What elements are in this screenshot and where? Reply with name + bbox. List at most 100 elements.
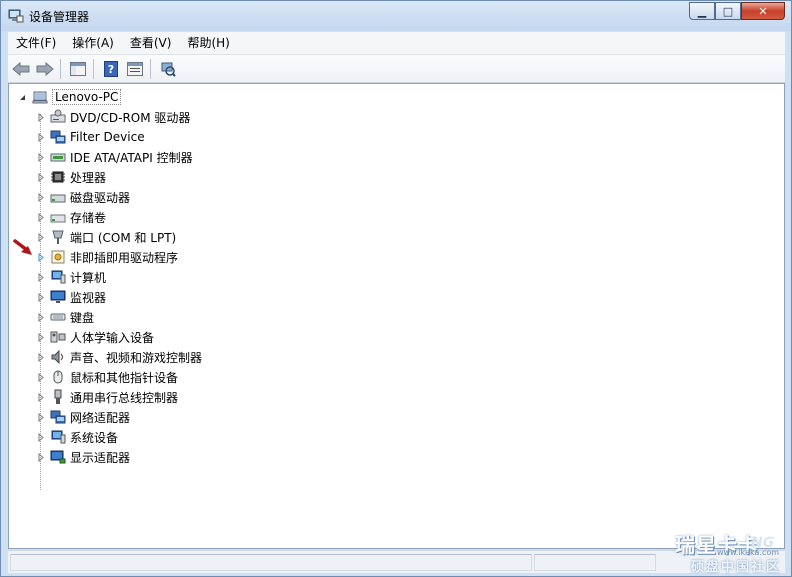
expand-triangle-icon[interactable] (36, 292, 45, 302)
root-label: Lenovo-PC (52, 89, 122, 105)
menu-file[interactable]: 文件(F) (8, 32, 64, 54)
expand-triangle-icon[interactable] (36, 232, 45, 242)
menu-view[interactable]: 查看(V) (122, 32, 180, 54)
storage-volume-icon (50, 214, 66, 223)
maximize-button[interactable]: □ (715, 2, 741, 20)
tree-item[interactable]: Filter Device (36, 127, 145, 147)
expand-triangle-icon[interactable] (36, 412, 45, 422)
ide-controller-icon (50, 153, 66, 162)
expand-triangle-icon[interactable] (36, 132, 45, 142)
tree-item[interactable]: 非即插即用驱动程序 (36, 247, 178, 267)
tree-item[interactable]: 端口 (COM 和 LPT) (36, 227, 176, 247)
tree-item-label: 网络适配器 (70, 410, 131, 425)
back-button[interactable] (10, 58, 32, 80)
help-button[interactable]: ? (100, 58, 122, 80)
title-bar[interactable]: 设备管理器 ▁ □ ✕ (1, 1, 791, 31)
device-manager-icon (8, 9, 24, 23)
tree-item[interactable]: 存储卷 (36, 207, 106, 227)
tree-item[interactable]: IDE ATA/ATAPI 控制器 (36, 147, 193, 167)
tree-item-label: 键盘 (70, 310, 95, 325)
red-arrow-icon (13, 239, 32, 255)
tree-item[interactable]: 鼠标和其他指针设备 (36, 367, 178, 387)
back-arrow-icon (12, 61, 30, 76)
expand-triangle-icon[interactable] (36, 332, 45, 342)
tree-item[interactable]: DVD/CD-ROM 驱动器 (36, 107, 190, 127)
tree-item-label: 人体学输入设备 (70, 330, 155, 345)
close-icon: ✕ (758, 4, 768, 18)
properties-button[interactable] (124, 58, 146, 80)
expand-triangle-icon[interactable] (36, 152, 45, 162)
console-tree-icon (70, 61, 86, 76)
forward-button[interactable] (34, 58, 56, 80)
tree-item-label: 磁盘驱动器 (70, 190, 131, 205)
tree-item-label: 系统设备 (70, 430, 119, 445)
sound-icon (51, 349, 63, 365)
forward-arrow-icon (36, 61, 54, 76)
tree-item-label: 通用串行总线控制器 (70, 390, 179, 405)
usb-icon (54, 389, 62, 404)
dvd-drive-icon (50, 109, 66, 123)
tree-item-label: 声音、视频和游戏控制器 (70, 350, 203, 365)
menu-help[interactable]: 帮助(H) (179, 32, 237, 54)
collapse-triangle-icon[interactable] (18, 93, 27, 102)
hid-icon (50, 331, 66, 343)
device-manager-window: 设备管理器 ▁ □ ✕ 文件(F) 操作(A) 查看(V) 帮助(H) ? Le… (0, 0, 792, 577)
processor-icon (51, 171, 65, 183)
tree-item-label: 存储卷 (70, 210, 107, 225)
expand-triangle-icon[interactable] (36, 252, 45, 262)
tree-item[interactable]: 处理器 (36, 167, 106, 187)
expand-triangle-icon[interactable] (36, 192, 45, 202)
network-adapter-icon (50, 410, 66, 424)
display-adapter-icon (50, 450, 66, 464)
toolbar-separator (93, 58, 94, 79)
system-device-icon (51, 430, 66, 444)
tree-item[interactable]: 磁盘驱动器 (36, 187, 130, 207)
watermark-logo: 瑞星卡卡 NG www.ikaka.com 硕盘中国社区 (657, 529, 785, 575)
tree-item[interactable]: 网络适配器 (36, 407, 130, 427)
status-segment (534, 554, 656, 571)
properties-icon (127, 61, 143, 76)
expand-triangle-icon[interactable] (36, 352, 45, 362)
tree-item[interactable]: 人体学输入设备 (36, 327, 154, 347)
tree-item[interactable]: 计算机 (36, 267, 106, 287)
tree-item-label: 显示适配器 (70, 450, 131, 465)
close-button[interactable]: ✕ (741, 2, 785, 20)
tree-root[interactable]: Lenovo-PC (18, 87, 122, 107)
tree-item-label: 鼠标和其他指针设备 (70, 370, 179, 385)
expand-triangle-icon[interactable] (36, 312, 45, 322)
show-hide-console-tree-button[interactable] (67, 58, 89, 80)
scan-hardware-button[interactable] (157, 58, 179, 80)
expand-triangle-icon[interactable] (36, 112, 45, 122)
tree-item-label: DVD/CD-ROM 驱动器 (70, 110, 191, 125)
tree-item[interactable]: 监视器 (36, 287, 106, 307)
tree-item[interactable]: 显示适配器 (36, 447, 130, 467)
device-tree-pane[interactable]: Lenovo-PC DVD/CD-ROM 驱动器 Filter Device IDE… (8, 83, 785, 549)
monitor-icon (50, 290, 66, 303)
computer-icon (32, 91, 48, 104)
tree-item[interactable]: 键盘 (36, 307, 94, 327)
expand-triangle-icon[interactable] (36, 212, 45, 222)
minimize-icon: ▁ (697, 4, 707, 18)
expand-triangle-icon[interactable] (36, 172, 45, 182)
tree-item[interactable]: 系统设备 (36, 427, 118, 447)
window-title: 设备管理器 (29, 10, 90, 24)
keyboard-icon (50, 313, 66, 321)
expand-triangle-icon[interactable] (36, 272, 45, 282)
tree-item-label: 监视器 (70, 290, 107, 305)
expand-triangle-icon[interactable] (36, 452, 45, 462)
mouse-icon (53, 370, 63, 384)
expand-triangle-icon[interactable] (36, 392, 45, 402)
expand-triangle-icon[interactable] (36, 432, 45, 442)
expand-triangle-icon[interactable] (36, 372, 45, 382)
computer-icon (51, 270, 66, 284)
menu-action[interactable]: 操作(A) (64, 32, 122, 54)
scan-hardware-icon (161, 62, 176, 77)
tree-item[interactable]: 声音、视频和游戏控制器 (36, 347, 202, 367)
tree-item-label: IDE ATA/ATAPI 控制器 (70, 150, 193, 165)
minimize-button[interactable]: ▁ (689, 2, 715, 20)
non-pnp-driver-icon (51, 250, 65, 264)
tree-item-label: 端口 (COM 和 LPT) (70, 230, 177, 245)
tree-item-label: 非即插即用驱动程序 (70, 250, 179, 265)
menu-bar: 文件(F) 操作(A) 查看(V) 帮助(H) (8, 32, 785, 55)
tree-item[interactable]: 通用串行总线控制器 (36, 387, 178, 407)
